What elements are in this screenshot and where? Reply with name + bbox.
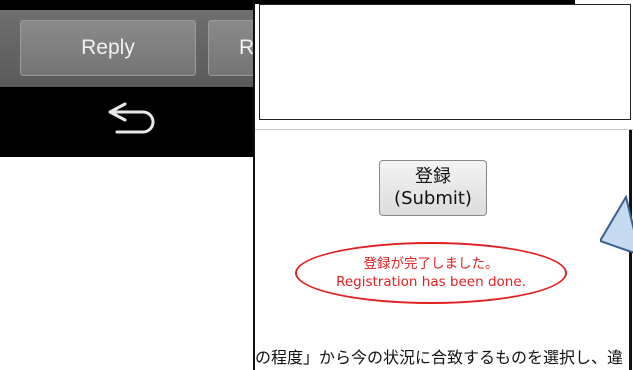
back-arrow-icon[interactable] <box>95 100 165 140</box>
comment-textarea[interactable] <box>259 4 631 120</box>
done-message-jp: 登録が完了しました。 <box>363 256 499 272</box>
submit-button[interactable]: 登録 (Submit) <box>379 160 487 216</box>
reply-button[interactable]: Reply <box>20 20 196 76</box>
done-message-en: Registration has been done. <box>336 274 526 290</box>
registration-done-message: 登録が完了しました。 Registration has been done. <box>295 242 567 304</box>
submit-label-en: (Submit) <box>394 188 472 209</box>
registration-panel: 登録 (Submit) 登録が完了しました。 Registration has … <box>253 0 633 370</box>
callout-arrow <box>600 195 633 254</box>
divider <box>255 129 633 130</box>
submit-label-jp: 登録 <box>415 166 451 187</box>
instruction-text: の程度」から今の状況に合致するものを選択し、違 <box>255 344 633 370</box>
instruction-line: の程度」から今の状況に合致するものを選択し、違 <box>255 348 624 367</box>
